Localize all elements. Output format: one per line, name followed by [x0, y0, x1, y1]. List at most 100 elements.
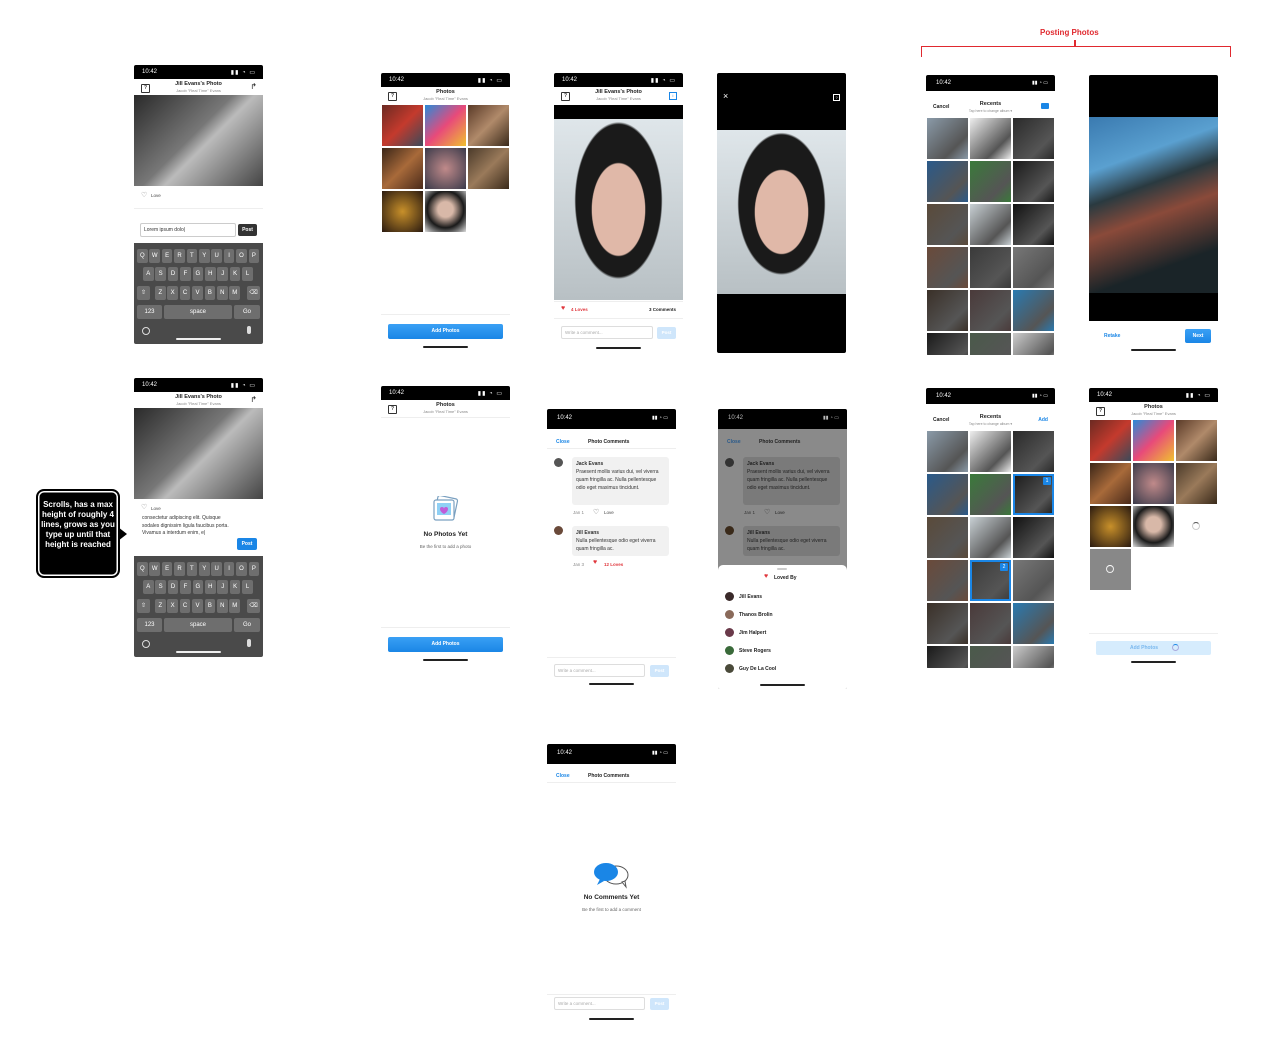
album-title[interactable]: Recents: [926, 414, 1055, 420]
loved-by-row[interactable]: Jim Halpert: [725, 628, 766, 637]
comment-input[interactable]: Write a comment...: [554, 997, 645, 1010]
key-e[interactable]: E: [161, 562, 173, 576]
key-i[interactable]: I: [223, 249, 235, 263]
recent-photo-tile[interactable]: [1013, 247, 1054, 288]
photo-tile[interactable]: [382, 191, 423, 232]
key-z[interactable]: Z: [155, 599, 166, 613]
photo-tile[interactable]: [1133, 463, 1174, 504]
photo-tile[interactable]: [468, 105, 509, 146]
key-b[interactable]: B: [204, 286, 216, 300]
key-m[interactable]: M: [229, 599, 240, 613]
share-icon[interactable]: ↱: [250, 82, 257, 91]
recent-photo-tile[interactable]: [927, 646, 968, 668]
numbers-key[interactable]: 123: [137, 618, 162, 632]
photo-hands[interactable]: [134, 95, 263, 186]
recent-photo-tile[interactable]: [1013, 646, 1054, 668]
emoji-icon[interactable]: [142, 327, 150, 335]
love-label[interactable]: Love: [604, 510, 614, 515]
key-v[interactable]: V: [192, 286, 203, 300]
photo-tile[interactable]: [425, 191, 466, 232]
mic-icon[interactable]: [247, 326, 251, 334]
post-button[interactable]: Post: [237, 538, 257, 550]
photo-tile[interactable]: [425, 148, 466, 189]
recent-photo-tile[interactable]: [927, 290, 968, 331]
key-q[interactable]: Q: [137, 249, 148, 263]
recent-photo-tile[interactable]: [927, 118, 968, 159]
photo-hands[interactable]: [134, 408, 263, 499]
photo-tile[interactable]: [1133, 420, 1174, 461]
go-key[interactable]: Go: [234, 618, 260, 632]
key-h[interactable]: H: [205, 267, 216, 281]
recent-photo-tile[interactable]: [1013, 290, 1054, 331]
key-u[interactable]: U: [211, 249, 222, 263]
love-icon[interactable]: ♡: [141, 503, 147, 511]
info-icon[interactable]: i: [669, 92, 677, 100]
recent-photo-tile[interactable]: [927, 603, 968, 644]
loved-by-row[interactable]: Steve Rogers: [725, 646, 771, 655]
recent-photo-tile[interactable]: [1013, 517, 1054, 558]
comment-input-expanded[interactable]: consectetur adipiscing elit. Quisque sod…: [142, 515, 232, 549]
add-photos-button[interactable]: Add Photos: [388, 324, 503, 339]
shift-key[interactable]: ⇧: [137, 599, 150, 613]
recent-photo-tile[interactable]: [970, 431, 1011, 472]
comment-author[interactable]: Jill Evans: [576, 529, 665, 537]
recent-photo-tile[interactable]: 1: [1013, 474, 1054, 515]
key-p[interactable]: P: [248, 562, 260, 576]
photo-tile[interactable]: [382, 148, 423, 189]
recent-photo-tile[interactable]: [1013, 118, 1054, 159]
portrait-photo[interactable]: [554, 105, 683, 300]
post-button[interactable]: Post: [657, 327, 676, 339]
key-y[interactable]: Y: [199, 562, 210, 576]
key-n[interactable]: N: [217, 599, 228, 613]
recent-photo-tile[interactable]: [927, 204, 968, 245]
key-s[interactable]: S: [155, 267, 166, 281]
photo-tile[interactable]: [1133, 506, 1174, 547]
add-photos-button[interactable]: Add Photos: [388, 637, 503, 652]
photo-tile[interactable]: [425, 105, 466, 146]
key-q[interactable]: Q: [137, 562, 148, 576]
love-icon[interactable]: ♡: [593, 508, 599, 516]
key-a[interactable]: A: [143, 267, 154, 281]
key-c[interactable]: C: [179, 599, 191, 613]
comments-count[interactable]: 3 Comments: [649, 307, 676, 312]
recent-photo-tile[interactable]: [970, 204, 1011, 245]
avatar[interactable]: [554, 458, 563, 467]
key-u[interactable]: U: [211, 562, 222, 576]
photo-tile[interactable]: [468, 148, 509, 189]
key-g[interactable]: G: [192, 267, 204, 281]
share-icon[interactable]: ↱: [250, 395, 257, 404]
recent-photo-tile[interactable]: [927, 333, 968, 355]
loves-label[interactable]: 12 Loves: [604, 562, 623, 567]
photo-tile[interactable]: [1090, 420, 1131, 461]
loved-by-row[interactable]: Jill Evans: [725, 592, 762, 601]
key-t[interactable]: T: [186, 249, 198, 263]
backspace-key[interactable]: ⌫: [247, 286, 260, 300]
shift-key[interactable]: ⇧: [137, 286, 150, 300]
add-button[interactable]: Add: [1038, 417, 1048, 423]
key-j[interactable]: J: [217, 267, 228, 281]
photo-tile[interactable]: [1176, 463, 1217, 504]
key-z[interactable]: Z: [155, 286, 166, 300]
key-x[interactable]: X: [167, 599, 178, 613]
recent-photo-tile[interactable]: [927, 431, 968, 472]
key-w[interactable]: W: [149, 562, 160, 576]
key-s[interactable]: S: [155, 580, 166, 594]
recent-photo-tile[interactable]: [970, 474, 1011, 515]
heart-icon[interactable]: ♥: [593, 559, 597, 566]
key-x[interactable]: X: [167, 286, 178, 300]
key-g[interactable]: G: [192, 580, 204, 594]
close-button[interactable]: Close: [556, 773, 570, 779]
close-button[interactable]: Close: [727, 439, 741, 445]
key-e[interactable]: E: [161, 249, 173, 263]
recent-photo-tile[interactable]: [1013, 603, 1054, 644]
key-t[interactable]: T: [186, 562, 198, 576]
love-icon[interactable]: ♡: [141, 191, 147, 199]
photo-tile[interactable]: [1176, 420, 1217, 461]
comment-input[interactable]: Lorem ipsum dolo|: [140, 223, 236, 237]
post-button[interactable]: Post: [650, 665, 669, 677]
backspace-key[interactable]: ⌫: [247, 599, 260, 613]
key-i[interactable]: I: [223, 562, 235, 576]
recent-photo-tile[interactable]: [927, 161, 968, 202]
close-icon[interactable]: ×: [723, 91, 728, 101]
space-key[interactable]: space: [164, 305, 232, 319]
